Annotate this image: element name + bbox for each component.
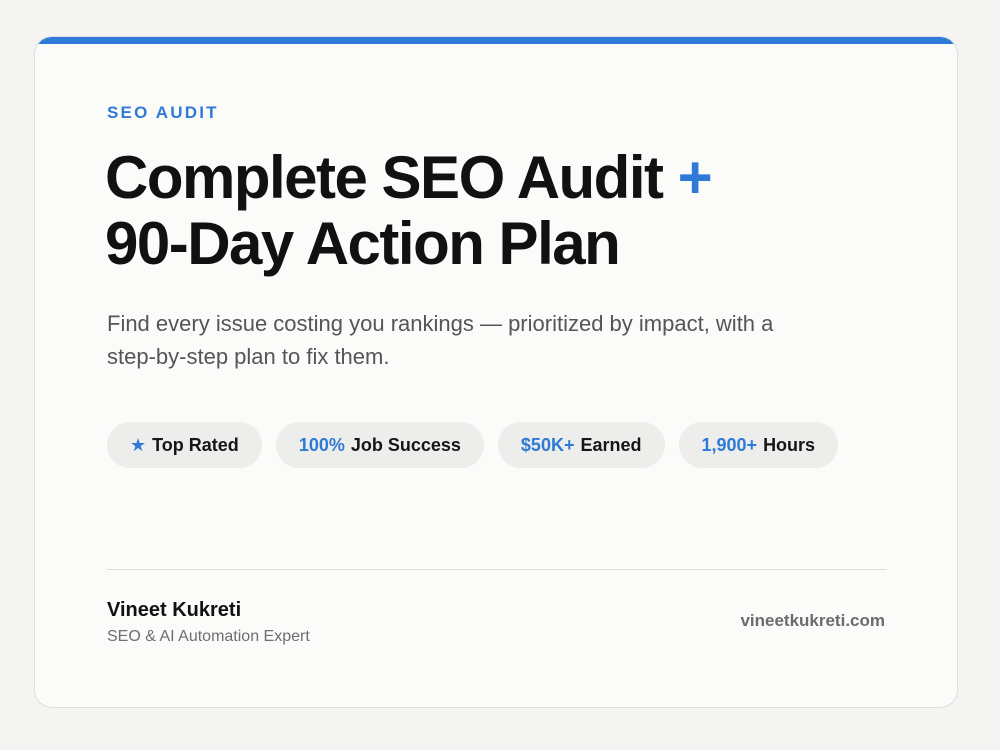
stat-value: 1,900+ (701, 434, 758, 455)
stat-pill-job-success: 100% Job Success (275, 422, 484, 468)
author-role: SEO & AI Automation Expert (107, 628, 310, 645)
star-icon: ★ (130, 434, 147, 455)
accent-top-bar (35, 37, 957, 44)
headline: Complete SEO Audit + 90-Day Action Plan (105, 145, 865, 277)
stat-label: Hours (763, 434, 816, 455)
headline-line-1: Complete SEO Audit (105, 144, 664, 211)
subtitle: Find every issue costing you rankings — … (107, 311, 774, 369)
stat-value: 100% (298, 434, 345, 455)
eyebrow-label: SEO AUDIT (107, 103, 219, 122)
headline-plus: + (677, 144, 713, 211)
stat-value: $50K+ (520, 434, 575, 455)
author-name: Vineet Kukreti (107, 599, 242, 621)
stat-pill-top-rated: ★ Top Rated (107, 422, 262, 468)
stat-label: Earned (580, 434, 642, 455)
stat-pill-hours: 1,900+ Hours (678, 422, 839, 468)
stat-label: Job Success (350, 434, 461, 455)
stats-row: ★ Top Rated 100% Job Success $50K+ Earne… (107, 422, 839, 468)
stat-pill-earned: $50K+ Earned (497, 422, 665, 468)
headline-line-2: 90-Day Action Plan (105, 210, 621, 277)
promo-card: SEO AUDIT Complete SEO Audit + 90-Day Ac… (34, 36, 958, 708)
footer-divider (107, 569, 887, 570)
website-link[interactable]: vineetkukreti.com (740, 611, 885, 631)
stat-label: Top Rated (152, 434, 239, 455)
